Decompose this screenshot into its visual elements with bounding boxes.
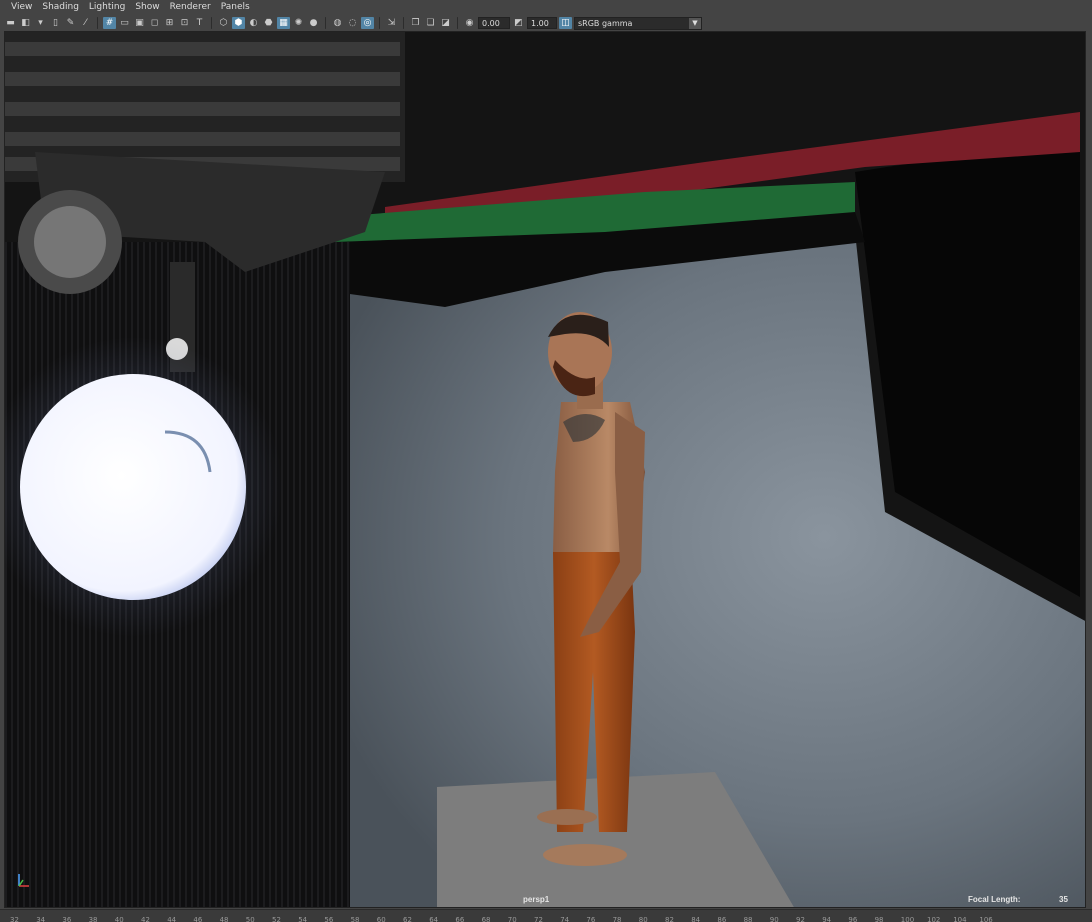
dropper-icon[interactable]: ⁄ (79, 17, 92, 29)
timeline-tick: 70 (507, 916, 517, 922)
timeline-tick: 72 (534, 916, 543, 922)
3d-viewport[interactable]: persp1 Focal Length: 35 (4, 31, 1086, 908)
bookmark-icon[interactable]: ▾ (34, 17, 47, 29)
field-chart-icon[interactable]: ⊞ (163, 17, 176, 29)
timeline-tick: 92 (796, 916, 805, 922)
safe-title-icon[interactable]: T (193, 17, 206, 29)
xray-icon[interactable]: ❐ (409, 17, 422, 29)
timeline-tick: 80 (638, 916, 648, 922)
gamma-field[interactable]: 1.00 (527, 17, 557, 29)
axis-gizmo-icon (18, 874, 29, 887)
timeline-tick: 88 (743, 916, 753, 922)
timeline-tick: 38 (88, 916, 98, 922)
screen-space-ao-icon[interactable]: ◍ (331, 17, 344, 29)
timeline-tick: 78 (612, 916, 622, 922)
toolbar-divider (97, 17, 98, 29)
exposure-icon[interactable]: ◉ (463, 17, 476, 29)
select-camera-icon[interactable]: ▬ (4, 17, 17, 29)
timeline-tick: 50 (245, 916, 255, 922)
menu-show[interactable]: Show (130, 0, 164, 15)
timeline-ruler[interactable]: 32 34 36 38 40 42 44 46 48 50 52 54 56 58 60 62 64 66 68 70… (0, 909, 1092, 922)
anti-aliasing-icon[interactable]: ◎ (361, 17, 374, 29)
focal-length-value: 35 (1059, 895, 1068, 904)
focal-length-label: Focal Length: (968, 895, 1021, 904)
timeline-tick: 46 (193, 916, 203, 922)
color-space-value: sRGB gamma (578, 18, 633, 28)
viewport-scene (5, 32, 1085, 907)
timeline-tick: 58 (350, 916, 360, 922)
color-management-icon[interactable]: ◫ (559, 17, 572, 29)
wireframe-icon[interactable]: ⬡ (217, 17, 230, 29)
timeline-tick: 64 (429, 916, 439, 922)
toolbar-divider (403, 17, 404, 29)
timeline-tick: 48 (219, 916, 229, 922)
grid-icon[interactable]: # (103, 17, 116, 29)
timeline-tick: 40 (114, 916, 124, 922)
menu-panels[interactable]: Panels (216, 0, 255, 15)
timeline-tick: 52 (272, 916, 281, 922)
toolbar-divider (211, 17, 212, 29)
timeline-tick: 96 (848, 916, 858, 922)
timeline-tick: 106 (979, 916, 993, 922)
timeline-tick: 66 (455, 916, 465, 922)
resolution-gate-icon[interactable]: ▣ (133, 17, 146, 29)
timeline-tick: 102 (927, 916, 941, 922)
timeline-tick: 44 (167, 916, 177, 922)
timeline-tick: 54 (298, 916, 308, 922)
grease-pencil-icon[interactable]: ✎ (64, 17, 77, 29)
timeline-tick: 56 (324, 916, 334, 922)
timeline-tick: 100 (900, 916, 915, 922)
menu-view[interactable]: View (6, 0, 37, 15)
image-plane-icon[interactable]: ▯ (49, 17, 62, 29)
timeline-tick: 42 (141, 916, 150, 922)
timeline-tick: 94 (822, 916, 832, 922)
timeline-tick: 90 (769, 916, 779, 922)
timeline-tick: 68 (481, 916, 491, 922)
chevron-down-icon: ▼ (689, 17, 701, 29)
timeline-tick: 34 (36, 916, 46, 922)
textured-icon[interactable]: ▦ (277, 17, 290, 29)
isolate-select-icon[interactable]: ⇲ (385, 17, 398, 29)
timeline-tick: 60 (376, 916, 386, 922)
timeline-tick: 36 (62, 916, 72, 922)
timeline-tick: 62 (403, 916, 412, 922)
timeline-tick: 32 (10, 916, 19, 922)
xray-components-icon[interactable]: ◪ (439, 17, 452, 29)
xray-joints-icon[interactable]: ❏ (424, 17, 437, 29)
timeline-tick: 82 (665, 916, 674, 922)
menu-lighting[interactable]: Lighting (84, 0, 130, 15)
timeline-tick: 104 (953, 916, 967, 922)
timeline-tick: 98 (874, 916, 884, 922)
film-gate-icon[interactable]: ▭ (118, 17, 131, 29)
menu-renderer[interactable]: Renderer (165, 0, 216, 15)
viewport-menubar: View Shading Lighting Show Renderer Pane… (0, 0, 1092, 15)
timeline-tick: 84 (691, 916, 701, 922)
exposure-field[interactable]: 0.00 (478, 17, 510, 29)
safe-action-icon[interactable]: ⊡ (178, 17, 191, 29)
default-material-icon[interactable]: ◐ (247, 17, 260, 29)
menu-shading[interactable]: Shading (37, 0, 84, 15)
toolbar-divider (379, 17, 380, 29)
gate-mask-icon[interactable]: ◻ (148, 17, 161, 29)
viewport-toolbar: ▬ ◧ ▾ ▯ ✎ ⁄ # ▭ ▣ ◻ ⊞ ⊡ T ⬡ ⬢ ◐ ⬣ ▦ ✺ ● … (0, 15, 1092, 31)
smooth-shade-icon[interactable]: ⬢ (232, 17, 245, 29)
shadows-icon[interactable]: ● (307, 17, 320, 29)
gamma-icon[interactable]: ◩ (512, 17, 525, 29)
wireframe-on-shaded-icon[interactable]: ⬣ (262, 17, 275, 29)
timeline-tick: 86 (717, 916, 727, 922)
camera-name-label: persp1 (523, 895, 550, 904)
toolbar-divider (325, 17, 326, 29)
color-space-dropdown[interactable]: sRGB gamma ▼ (574, 16, 702, 30)
motion-blur-icon[interactable]: ◌ (346, 17, 359, 29)
use-all-lights-icon[interactable]: ✺ (292, 17, 305, 29)
timeline-tick: 76 (586, 916, 596, 922)
toolbar-divider (457, 17, 458, 29)
timeline-tick: 74 (560, 916, 570, 922)
camera-attributes-icon[interactable]: ◧ (19, 17, 32, 29)
